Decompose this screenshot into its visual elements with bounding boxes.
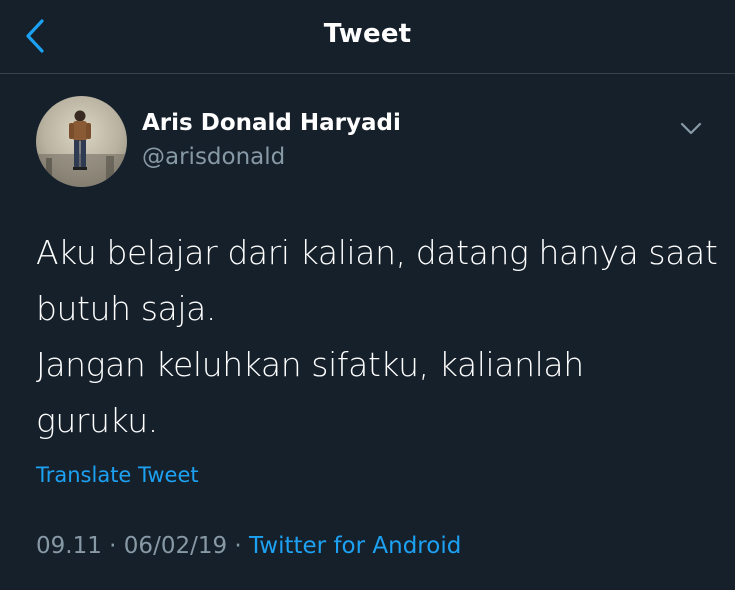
tweet-text-line: guruku. (36, 401, 158, 440)
tweet-text-line: Aku belajar dari kalian, datang hanya sa… (36, 233, 718, 272)
tweet-source-link[interactable]: Twitter for Android (249, 533, 461, 559)
tweet-time: 09.11 (36, 533, 102, 559)
tweet-text-line: butuh saja. (36, 289, 217, 328)
top-bar: Tweet (0, 0, 735, 74)
tweet-date: 06/02/19 (123, 533, 228, 559)
author-name[interactable]: Aris Donald Haryadi (142, 110, 401, 136)
tweet-detail-screen: Tweet Aris Donald Haryadi @arisdonald Ak… (0, 0, 735, 590)
tweet-menu-button[interactable] (674, 114, 708, 144)
chevron-down-icon (680, 122, 702, 135)
avatar[interactable] (36, 96, 127, 187)
translate-tweet-link[interactable]: Translate Tweet (36, 463, 199, 487)
page-title: Tweet (323, 19, 412, 49)
author-handle[interactable]: @arisdonald (142, 144, 285, 170)
tweet-text-line: Jangan keluhkan sifatku, kalianlah (36, 345, 584, 384)
tweet-meta: 09.11 · 06/02/19 · Twitter for Android (36, 533, 461, 559)
meta-separator: · (234, 533, 242, 559)
meta-separator: · (109, 533, 117, 559)
avatar-photo (36, 96, 127, 187)
tweet-text: Aku belajar dari kalian, datang hanya sa… (36, 225, 718, 449)
